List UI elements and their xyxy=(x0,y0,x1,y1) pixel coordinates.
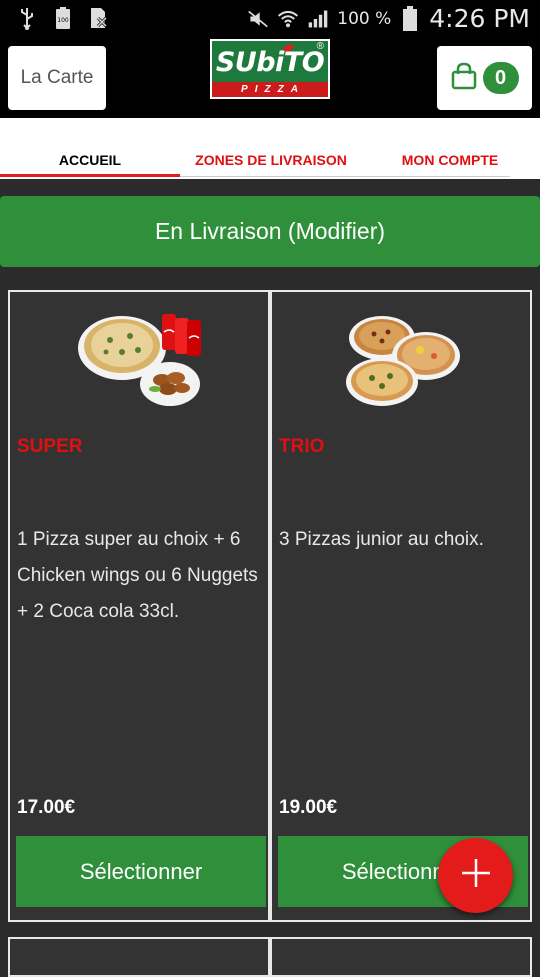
plus-icon xyxy=(459,856,493,895)
product-description: 1 Pizza super au choix + 6 Chicken wings… xyxy=(17,529,258,622)
product-card[interactable]: TRIO 3 Pizzas junior au choix. 19.00€ Sé… xyxy=(270,290,532,922)
tab-bar: ACCUEIL ZONES DE LIVRAISON MON COMPTE xyxy=(0,118,540,179)
battery-percent: 100 % xyxy=(337,8,392,29)
active-tab-indicator xyxy=(0,174,180,177)
signal-icon xyxy=(307,7,329,31)
product-title: TRIO xyxy=(279,436,325,457)
tab-zones-de-livraison[interactable]: ZONES DE LIVRAISON xyxy=(180,152,362,168)
add-fab-button[interactable] xyxy=(438,838,513,913)
battery-full-icon: 100 xyxy=(52,6,74,30)
product-card-partial[interactable] xyxy=(270,937,532,977)
subito-logo[interactable]: ® SUbiTO PIZZA xyxy=(210,39,330,99)
select-button[interactable]: Sélectionner xyxy=(16,836,266,907)
cart-count-badge: 0 xyxy=(482,62,519,94)
logo-text: SUbiTO xyxy=(215,47,325,78)
usb-icon xyxy=(16,6,38,30)
tab-accueil[interactable]: ACCUEIL xyxy=(0,152,180,168)
product-price: 17.00€ xyxy=(17,797,76,818)
product-price: 19.00€ xyxy=(279,797,338,818)
delivery-mode-button[interactable]: En Livraison (Modifier) xyxy=(0,196,540,267)
tab-mon-compte[interactable]: MON COMPTE xyxy=(362,152,538,168)
menu-button[interactable]: La Carte xyxy=(8,46,106,110)
status-bar: 100 100 % 4:26 PM xyxy=(0,0,540,38)
app-bar: La Carte ® SUbiTO PIZZA 0 xyxy=(0,38,540,118)
cart-button[interactable]: 0 xyxy=(437,46,532,110)
logo-subtext: PIZZA xyxy=(212,82,328,97)
product-image-trio xyxy=(272,292,530,422)
svg-text:100: 100 xyxy=(57,17,69,24)
battery-icon xyxy=(399,5,421,31)
product-title: SUPER xyxy=(17,436,83,457)
product-description: 3 Pizzas junior au choix. xyxy=(279,529,484,550)
mute-icon xyxy=(247,7,269,31)
tab-divider xyxy=(180,176,510,177)
wifi-icon xyxy=(277,7,299,31)
clock: 4:26 PM xyxy=(429,4,530,33)
shopping-bag-icon xyxy=(451,62,477,95)
sim-blocked-icon xyxy=(88,6,110,30)
product-card-partial[interactable] xyxy=(8,937,270,977)
logo-registered-mark: ® xyxy=(316,41,324,52)
product-card[interactable]: SUPER 1 Pizza super au choix + 6 Chicken… xyxy=(8,290,270,922)
product-image-super xyxy=(10,292,268,422)
